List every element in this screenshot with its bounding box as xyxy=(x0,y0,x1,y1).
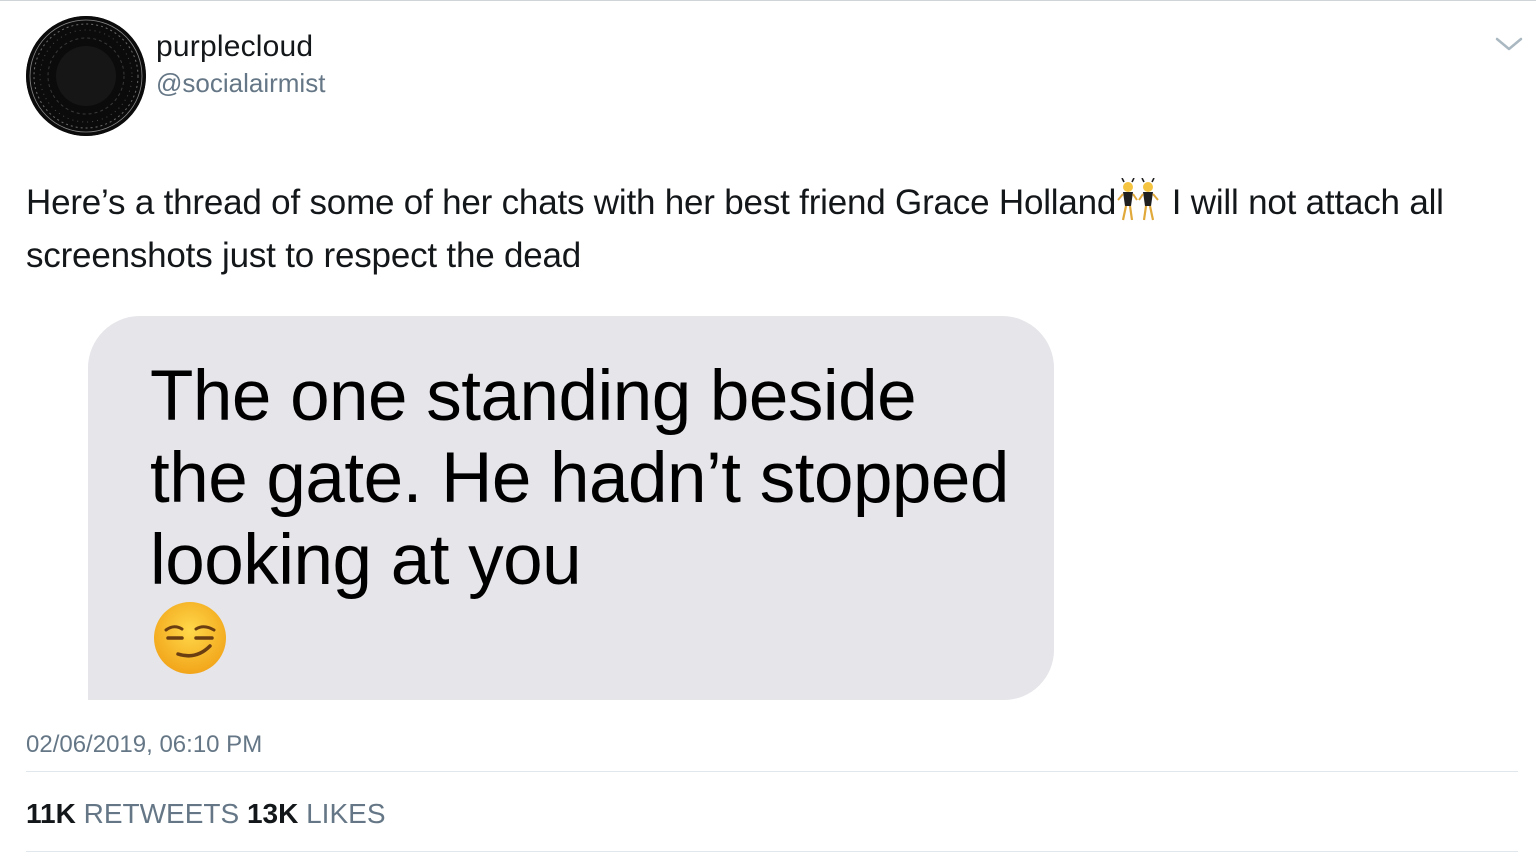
tweet-timestamp[interactable]: 02/06/2019, 06:10 PM xyxy=(26,731,262,759)
retweets-count[interactable]: 11K xyxy=(26,798,76,829)
tweet-text-part1: Here’s a thread of some of her chats wit… xyxy=(26,183,1117,222)
likes-label[interactable]: LIKES xyxy=(306,798,385,829)
chevron-down-icon[interactable] xyxy=(1494,34,1524,54)
divider xyxy=(26,771,1518,772)
top-border xyxy=(0,0,1536,1)
dancing-women-emoji-icon xyxy=(1116,177,1162,222)
user-handle[interactable]: @socialairmist xyxy=(156,68,325,99)
likes-count[interactable]: 13K xyxy=(247,798,298,829)
tweet-stats: 11K RETWEETS 13K LIKES xyxy=(26,798,386,830)
smirking-face-emoji-icon xyxy=(152,600,228,676)
avatar[interactable] xyxy=(26,16,146,136)
retweets-label[interactable]: RETWEETS xyxy=(84,798,240,829)
tweet-text: Here’s a thread of some of her chats wit… xyxy=(26,176,1516,282)
display-name[interactable]: purplecloud xyxy=(156,30,313,64)
divider xyxy=(26,851,1518,852)
chat-message-text: The one standing beside the gate. He had… xyxy=(150,357,1009,600)
media-image[interactable]: The one standing beside the gate. He had… xyxy=(88,316,1054,700)
avatar-image xyxy=(26,16,146,136)
